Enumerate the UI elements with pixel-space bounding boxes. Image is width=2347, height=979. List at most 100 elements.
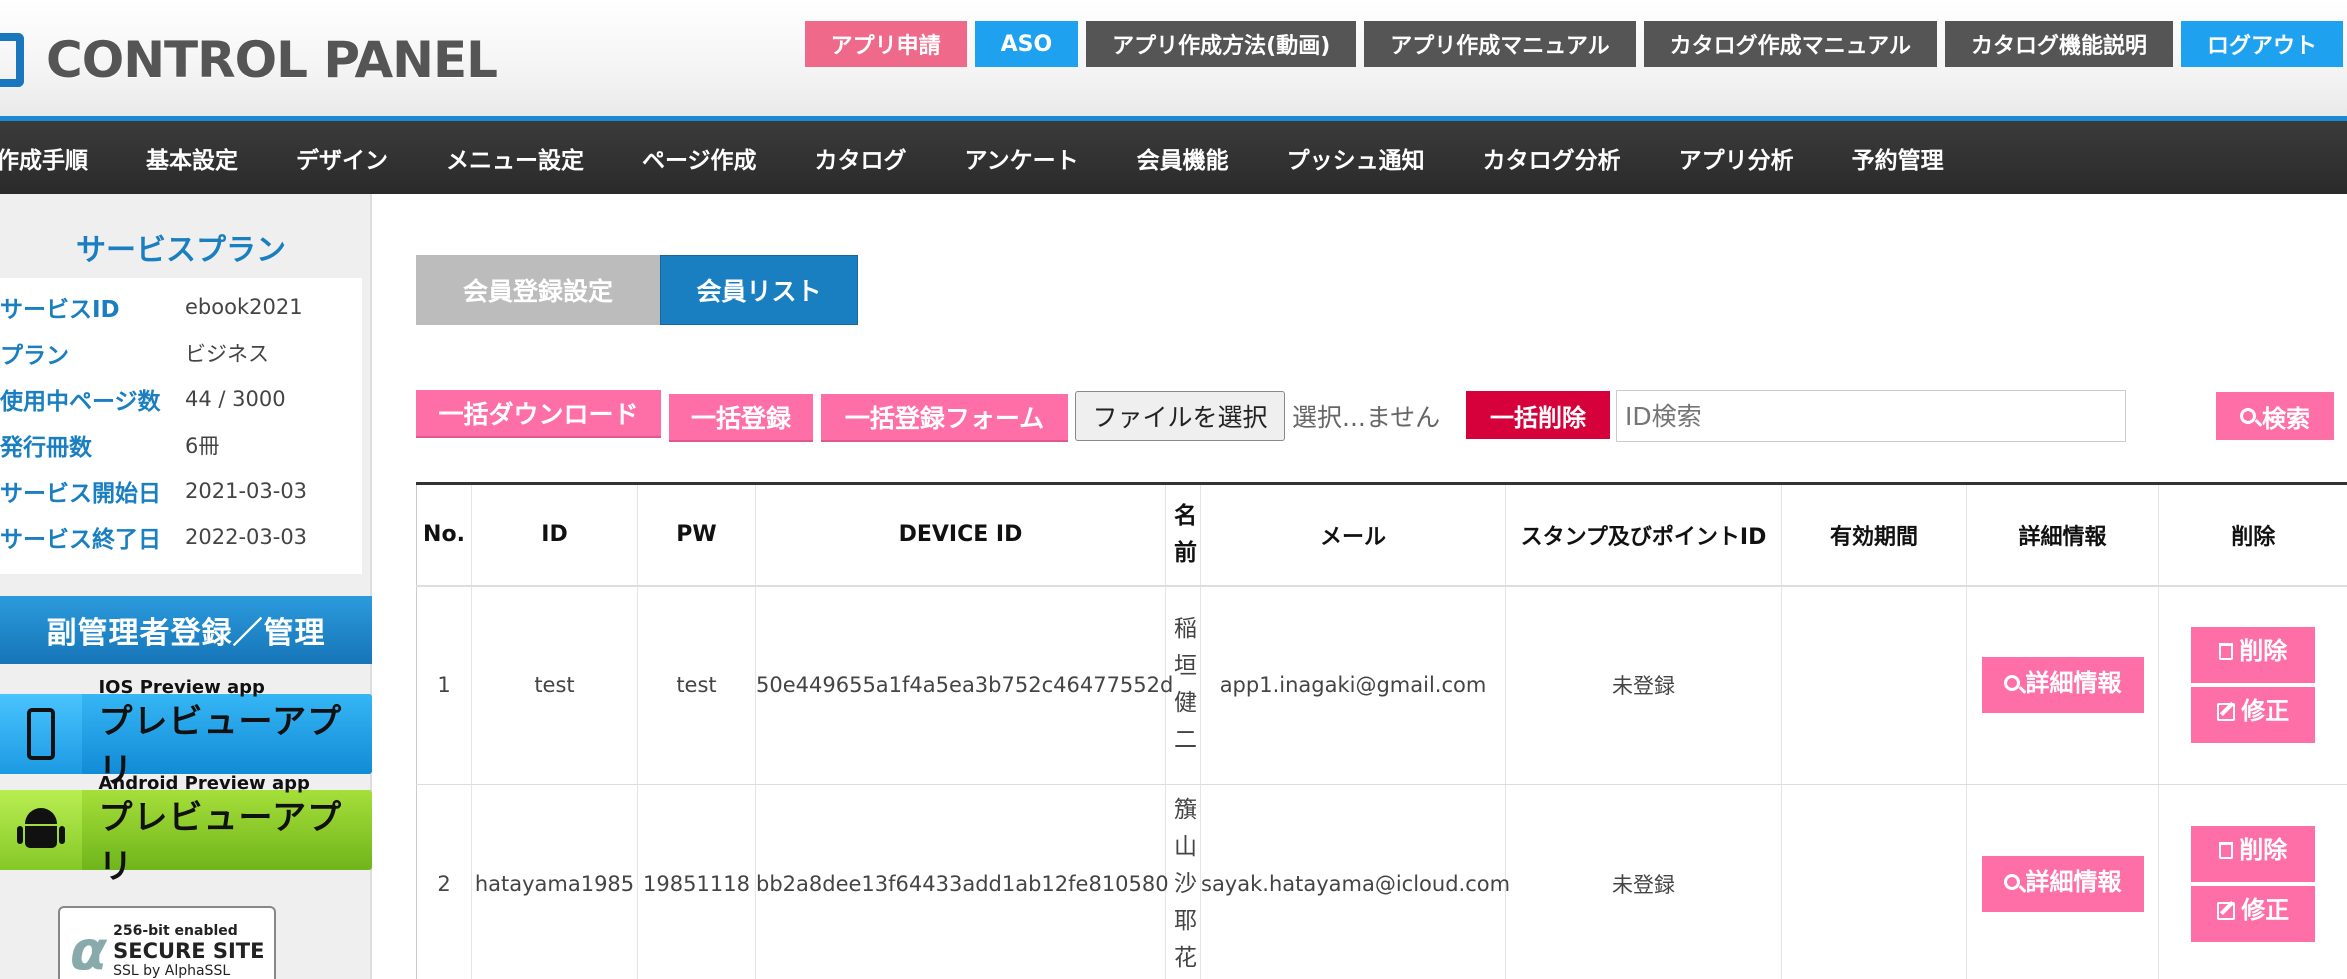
search-icon (2240, 408, 2256, 424)
nav-item-page-create[interactable]: ページ作成 (613, 141, 786, 175)
ios-preview-app-button[interactable]: IOS Preview app プレビューアプリ (0, 677, 372, 791)
tab-member-list[interactable]: 会員リスト (660, 255, 858, 325)
bulk-register-button[interactable]: 一括登録 (669, 394, 813, 440)
plan-value: 2022-03-03 (185, 525, 308, 549)
sidebar: サービスプラン サービスID ebook2021 プラン ビジネス 使用中ページ… (0, 194, 372, 979)
nav-item-basic-settings[interactable]: 基本設定 (117, 141, 267, 175)
header: CONTROL PANEL アプリ申請 ASO アプリ作成方法(動画) アプリ作… (0, 0, 2347, 121)
nav-item-steps[interactable]: 作成手順 (0, 141, 117, 175)
android-preview-app-button[interactable]: Android Preview app プレビューアプリ (0, 773, 372, 887)
plan-label: 使用中ページ数 (0, 389, 161, 415)
delete-button[interactable]: 削除 (2191, 627, 2316, 684)
id-search-input[interactable] (1616, 390, 2126, 442)
header-pw: PW (637, 482, 756, 587)
service-plan-title: サービスプラン (0, 216, 362, 278)
plan-value: 2021-03-03 (185, 479, 308, 503)
cell-device-id: bb2a8dee13f64433add1ab12fe810580 (755, 784, 1169, 979)
top-buttons: アプリ申請 ASO アプリ作成方法(動画) アプリ作成マニュアル カタログ作成マ… (804, 21, 2343, 67)
cell-no: 1 (416, 585, 472, 785)
member-toolbar: 一括ダウンロード 一括登録 一括登録フォーム ファイルを選択 選択...ません … (416, 390, 2336, 442)
secure-line2: SECURE SITE (113, 939, 265, 963)
cell-period (1781, 784, 1967, 979)
choose-file-button[interactable]: ファイルを選択 (1075, 391, 1285, 441)
service-plan-rows: サービスID ebook2021 プラン ビジネス 使用中ページ数 44 / 3… (0, 284, 362, 560)
main-nav: 作成手順 基本設定 デザイン メニュー設定 ページ作成 カタログ アンケート 会… (0, 121, 2347, 194)
logo-icon (0, 33, 24, 87)
sub-admin-button[interactable]: 副管理者登録／管理 (0, 596, 372, 664)
search-button[interactable]: 検索 (2216, 392, 2334, 440)
delete-button[interactable]: 削除 (2191, 826, 2316, 882)
plan-label: 発行冊数 (0, 435, 92, 461)
plan-row: プラン ビジネス (0, 330, 362, 376)
cell-name: 籏山沙耶花 (1165, 784, 1201, 979)
secure-line1: 256-bit enabled (113, 923, 238, 939)
logo-text: CONTROL PANEL (46, 31, 498, 89)
nav-item-menu-settings[interactable]: メニュー設定 (417, 141, 613, 175)
plan-value: 44 / 3000 (185, 387, 286, 411)
cell-detail: 詳細情報 (1966, 784, 2159, 979)
bulk-register-form-button[interactable]: 一括登録フォーム (821, 394, 1068, 440)
nav-item-reservations[interactable]: 予約管理 (1823, 141, 1973, 175)
member-tabs: 会員登録設定 会員リスト (416, 255, 858, 325)
plan-value: ebook2021 (185, 295, 303, 319)
logout-button[interactable]: ログアウト (2180, 21, 2343, 67)
nav-item-app-analytics[interactable]: アプリ分析 (1650, 141, 1823, 175)
header-id: ID (471, 482, 638, 587)
app-video-guide-button[interactable]: アプリ作成方法(動画) (1086, 21, 1357, 67)
edit-icon (2217, 703, 2236, 722)
catalog-feature-button[interactable]: カタログ機能説明 (1944, 21, 2173, 67)
member-table: No. ID PW DEVICE ID 名前 メール スタンプ及びポイントID … (416, 482, 2347, 979)
trash-icon (2219, 643, 2234, 661)
app-manual-button[interactable]: アプリ作成マニュアル (1364, 21, 1636, 67)
header-name: 名前 (1165, 482, 1201, 587)
plan-label: プラン (0, 343, 69, 369)
edit-icon (2217, 902, 2236, 920)
plan-label: サービスID (0, 297, 120, 323)
nav-item-survey[interactable]: アンケート (936, 141, 1108, 175)
trash-icon (2219, 842, 2234, 859)
bulk-delete-button[interactable]: 一括削除 (1466, 391, 1610, 439)
detail-button[interactable]: 詳細情報 (1981, 856, 2144, 912)
header-device-id: DEVICE ID (755, 482, 1166, 587)
edit-button[interactable]: 修正 (2191, 687, 2316, 744)
plan-row: 使用中ページ数 44 / 3000 (0, 376, 362, 422)
header-stamp: スタンプ及びポイントID (1505, 482, 1782, 587)
nav-item-design[interactable]: デザイン (267, 141, 417, 175)
secure-line3: SSL by AlphaSSL (113, 963, 231, 979)
nav-item-catalog-analytics[interactable]: カタログ分析 (1454, 141, 1650, 175)
table-row: 1 test test 50e449655a1f4a5ea3b752c46477… (416, 585, 2347, 785)
catalog-manual-button[interactable]: カタログ作成マニュアル (1643, 21, 1937, 67)
cell-id: test (471, 585, 638, 785)
cell-mail: app1.inagaki@gmail.com (1200, 585, 1506, 785)
search-icon (2003, 874, 2020, 890)
plan-row: サービス終了日 2022-03-03 (0, 514, 362, 560)
plan-label: サービス終了日 (0, 527, 161, 553)
plan-row: サービスID ebook2021 (0, 284, 362, 330)
table-row: 2 hatayama1985 19851118 bb2a8dee13f64433… (416, 784, 2347, 979)
detail-button[interactable]: 詳細情報 (1981, 657, 2144, 714)
cell-detail: 詳細情報 (1966, 585, 2159, 785)
nav-item-push[interactable]: プッシュ通知 (1258, 141, 1454, 175)
aso-button[interactable]: ASO (974, 21, 1079, 67)
search-icon (2003, 675, 2020, 692)
cell-mail: sayak.hatayama@icloud.com (1200, 784, 1510, 979)
cell-pw: 19851118 (637, 784, 756, 979)
cell-pw: test (637, 585, 756, 785)
tab-member-registration[interactable]: 会員登録設定 (416, 255, 660, 325)
phone-icon (0, 694, 83, 774)
cell-stamp: 未登録 (1505, 585, 1782, 785)
cell-device-id: 50e449655a1f4a5ea3b752c46477552d (755, 585, 1173, 785)
secure-site-seal[interactable]: α 256-bit enabled SECURE SITE SSL by Alp… (58, 906, 276, 979)
logo[interactable]: CONTROL PANEL (0, 30, 498, 90)
bulk-download-button[interactable]: 一括ダウンロード (416, 390, 661, 436)
header-period: 有効期間 (1781, 482, 1967, 587)
app-apply-button[interactable]: アプリ申請 (804, 21, 967, 67)
file-status: 選択...ません (1292, 403, 1441, 432)
edit-button[interactable]: 修正 (2191, 886, 2316, 942)
cell-actions: 削除 修正 (2158, 585, 2347, 785)
nav-item-members[interactable]: 会員機能 (1108, 141, 1258, 175)
nav-item-catalog[interactable]: カタログ (786, 141, 936, 175)
cell-actions: 削除 修正 (2158, 784, 2347, 979)
cell-stamp: 未登録 (1505, 784, 1782, 979)
alphassl-icon: α (70, 919, 108, 979)
